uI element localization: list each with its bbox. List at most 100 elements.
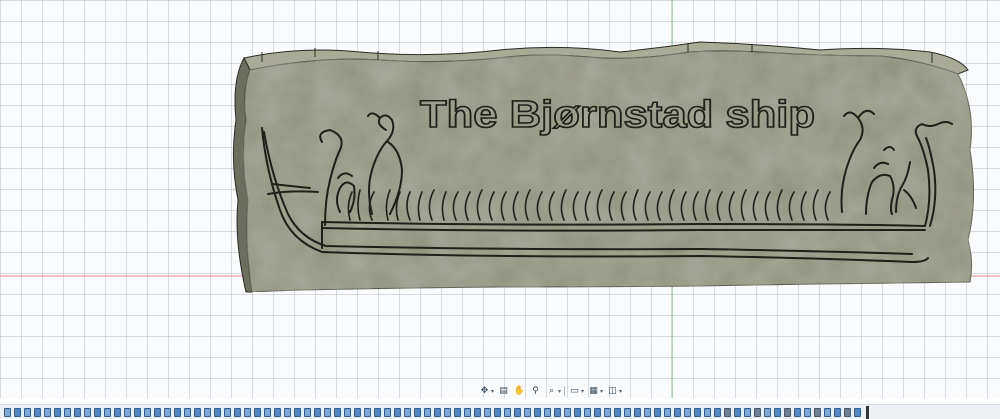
- timeline-feature-icon[interactable]: [354, 407, 361, 417]
- timeline-feature-icon[interactable]: [694, 407, 701, 417]
- zoom-window-icon[interactable]: ⌕: [545, 385, 558, 397]
- timeline-feature-icon[interactable]: [644, 407, 651, 417]
- timeline-feature-icon[interactable]: [704, 407, 711, 417]
- grid-icon[interactable]: ▦: [587, 385, 600, 397]
- timeline-feature-icon[interactable]: [324, 407, 331, 417]
- timeline-feature-icon[interactable]: [744, 407, 751, 417]
- timeline-feature-icon[interactable]: [94, 407, 101, 417]
- timeline-feature-icon[interactable]: [394, 407, 401, 417]
- chevron-down-icon[interactable]: ▾: [581, 388, 584, 395]
- timeline-feature-icon[interactable]: [104, 407, 111, 417]
- timeline-feature-icon[interactable]: [424, 407, 431, 417]
- timeline-feature-icon[interactable]: [684, 407, 691, 417]
- timeline-feature-icon[interactable]: [594, 407, 601, 417]
- timeline-feature-icon[interactable]: [774, 407, 781, 417]
- timeline-feature-icon[interactable]: [84, 407, 91, 417]
- timeline-feature-icon[interactable]: [244, 407, 251, 417]
- timeline-feature-icon[interactable]: [344, 407, 351, 417]
- timeline-feature-icon[interactable]: [514, 407, 521, 417]
- timeline-feature-icon[interactable]: [434, 407, 441, 417]
- timeline-feature-icon[interactable]: [844, 407, 851, 417]
- timeline-feature-icon[interactable]: [34, 407, 41, 417]
- timeline-feature-icon[interactable]: [564, 407, 571, 417]
- timeline-feature-icon[interactable]: [364, 407, 371, 417]
- timeline-feature-icon[interactable]: [284, 407, 291, 417]
- timeline-feature-icon[interactable]: [134, 407, 141, 417]
- timeline-feature-icon[interactable]: [114, 407, 121, 417]
- timeline-feature-icon[interactable]: [184, 407, 191, 417]
- timeline-feature-icon[interactable]: [154, 407, 161, 417]
- timeline-feature-icon[interactable]: [574, 407, 581, 417]
- timeline-feature-icon[interactable]: [444, 407, 451, 417]
- timeline-feature-icon[interactable]: [794, 407, 801, 417]
- timeline-feature-icon[interactable]: [224, 407, 231, 417]
- timeline-feature-icon[interactable]: [254, 407, 261, 417]
- timeline-feature-icon[interactable]: [404, 407, 411, 417]
- timeline-feature-icon[interactable]: [164, 407, 171, 417]
- timeline-feature-icon[interactable]: [674, 407, 681, 417]
- timeline-feature-icon[interactable]: [24, 407, 31, 417]
- timeline-feature-icon[interactable]: [834, 407, 841, 417]
- timeline-feature-icon[interactable]: [414, 407, 421, 417]
- timeline-feature-icon[interactable]: [174, 407, 181, 417]
- timeline-feature-icon[interactable]: [654, 407, 661, 417]
- timeline-feature-icon[interactable]: [54, 407, 61, 417]
- timeline-feature-icon[interactable]: [754, 407, 761, 417]
- look-at-icon[interactable]: ▤: [497, 385, 510, 397]
- chevron-down-icon[interactable]: ▾: [491, 388, 494, 395]
- timeline-feature-icon[interactable]: [204, 407, 211, 417]
- timeline-feature-icon[interactable]: [234, 407, 241, 417]
- timeline-feature-icon[interactable]: [274, 407, 281, 417]
- timeline-feature-icon[interactable]: [664, 407, 671, 417]
- timeline-feature-icon[interactable]: [824, 407, 831, 417]
- timeline-feature-icon[interactable]: [304, 407, 311, 417]
- timeline-feature-icon[interactable]: [804, 407, 811, 417]
- timeline-feature-icon[interactable]: [294, 407, 301, 417]
- timeline-feature-icon[interactable]: [384, 407, 391, 417]
- timeline-feature-icon[interactable]: [4, 407, 11, 417]
- timeline-feature-icon[interactable]: [554, 407, 561, 417]
- chevron-down-icon[interactable]: ▾: [558, 388, 561, 395]
- timeline-feature-icon[interactable]: [64, 407, 71, 417]
- timeline-feature-icon[interactable]: [714, 407, 721, 417]
- chevron-down-icon[interactable]: ▾: [619, 388, 622, 395]
- viewports-icon[interactable]: ◫: [606, 385, 619, 397]
- zoom-icon[interactable]: ⚲: [529, 385, 542, 397]
- timeline-feature-icon[interactable]: [584, 407, 591, 417]
- timeline-feature-icon[interactable]: [124, 407, 131, 417]
- canvas-viewport[interactable]: The Bjørnstad ship ✥ ▾ ▤ ✋ ⚲ ⌕ ▾ ▭ ▾ ▦ ▾…: [0, 0, 1000, 398]
- timeline-feature-icon[interactable]: [314, 407, 321, 417]
- timeline-feature-icon[interactable]: [734, 407, 741, 417]
- timeline-feature-icon[interactable]: [74, 407, 81, 417]
- timeline-feature-icon[interactable]: [764, 407, 771, 417]
- timeline-feature-icon[interactable]: [624, 407, 631, 417]
- display-settings-icon[interactable]: ▭: [568, 385, 581, 397]
- timeline-feature-icon[interactable]: [334, 407, 341, 417]
- timeline-feature-icon[interactable]: [264, 407, 271, 417]
- timeline-feature-icon[interactable]: [524, 407, 531, 417]
- timeline-feature-icon[interactable]: [544, 407, 551, 417]
- timeline-marker[interactable]: [866, 405, 869, 419]
- timeline-feature-icon[interactable]: [194, 407, 201, 417]
- timeline-feature-icon[interactable]: [604, 407, 611, 417]
- pan-hand-icon[interactable]: ✋: [513, 385, 526, 397]
- timeline-feature-icon[interactable]: [214, 407, 221, 417]
- timeline-feature-icon[interactable]: [14, 407, 21, 417]
- timeline-feature-icon[interactable]: [854, 407, 861, 417]
- timeline-feature-icon[interactable]: [614, 407, 621, 417]
- timeline-feature-icon[interactable]: [504, 407, 511, 417]
- timeline-feature-icon[interactable]: [784, 407, 791, 417]
- timeline-feature-icon[interactable]: [474, 407, 481, 417]
- timeline-feature-icon[interactable]: [494, 407, 501, 417]
- timeline-feature-icon[interactable]: [534, 407, 541, 417]
- timeline-feature-icon[interactable]: [454, 407, 461, 417]
- chevron-down-icon[interactable]: ▾: [600, 388, 603, 395]
- timeline-feature-icon[interactable]: [484, 407, 491, 417]
- timeline-feature-icon[interactable]: [814, 407, 821, 417]
- timeline-feature-icon[interactable]: [374, 407, 381, 417]
- timeline-feature-icon[interactable]: [724, 407, 731, 417]
- orbit-icon[interactable]: ✥: [478, 385, 491, 397]
- timeline-feature-icon[interactable]: [634, 407, 641, 417]
- timeline-feature-icon[interactable]: [464, 407, 471, 417]
- timeline-feature-icon[interactable]: [144, 407, 151, 417]
